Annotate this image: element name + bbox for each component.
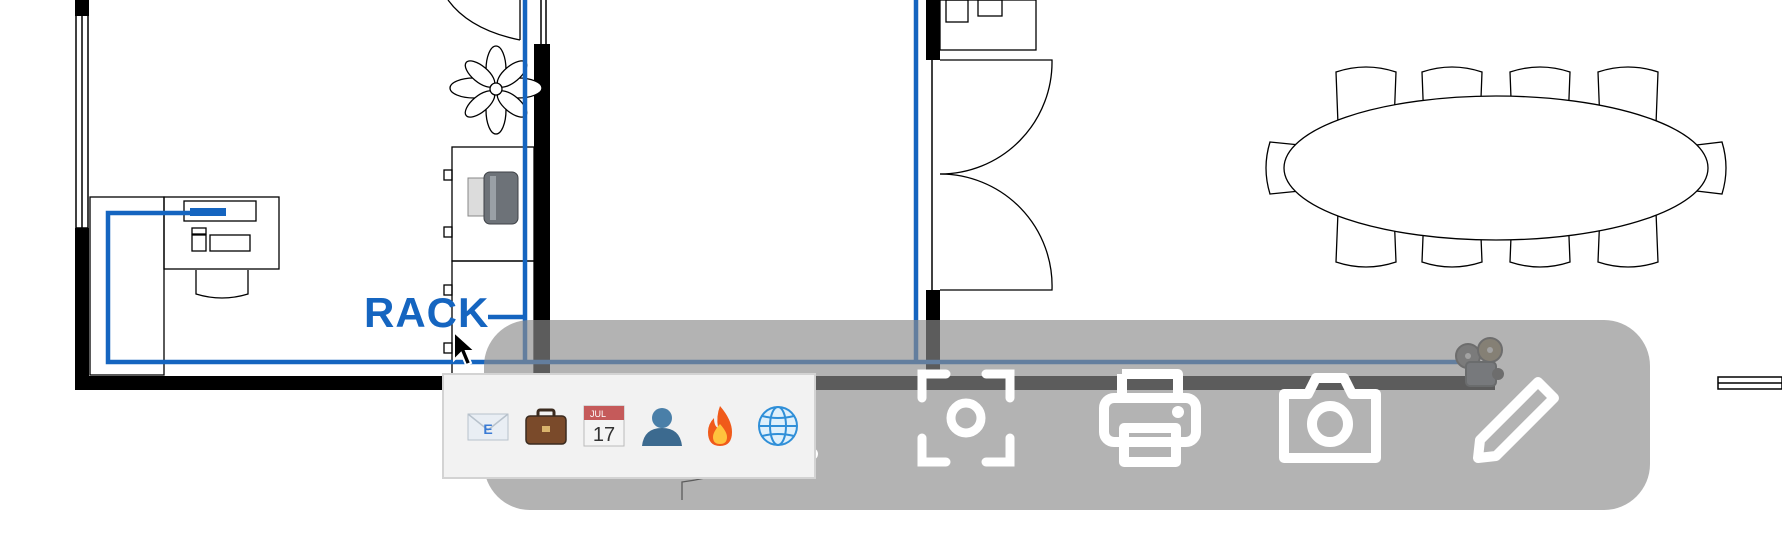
calendar-day: 17 — [593, 424, 615, 446]
print-button[interactable] — [1094, 366, 1206, 470]
partitions — [540, 0, 933, 290]
mouse-cursor-icon — [453, 330, 478, 367]
desk-top-center — [939, 0, 1037, 51]
app-launcher-popup: E JUL 17 — [442, 373, 816, 479]
calendar-icon: JUL 17 — [583, 405, 625, 447]
fire-app-button[interactable] — [698, 404, 742, 448]
cable-endpoint — [190, 208, 226, 216]
window-left — [75, 13, 89, 229]
contacts-app-button[interactable] — [640, 404, 684, 448]
screenshot-region-icon — [917, 369, 1015, 467]
mail-app-button[interactable]: E — [466, 404, 510, 448]
fire-icon — [708, 406, 732, 446]
conference-table — [1265, 66, 1727, 268]
calendar-month: JUL — [590, 409, 606, 419]
mail-envelope-icon: E — [467, 413, 509, 441]
printer-icon — [1099, 369, 1201, 467]
desk-left — [89, 196, 280, 376]
printer-device — [467, 171, 519, 225]
mail-glyph: E — [483, 421, 492, 437]
globe-app-button[interactable] — [756, 404, 800, 448]
rack-label: RACK — [364, 289, 490, 336]
person-icon — [642, 408, 682, 446]
screenshot-region-button[interactable] — [910, 366, 1022, 470]
briefcase-app-button[interactable] — [524, 404, 568, 448]
globe-icon — [758, 406, 798, 446]
briefcase-icon — [525, 408, 567, 445]
plant — [449, 45, 543, 135]
calendar-app-button[interactable]: JUL 17 — [582, 404, 626, 448]
pencil-icon — [1473, 377, 1559, 463]
camera-button[interactable] — [1274, 366, 1386, 470]
camera-icon — [1279, 373, 1381, 463]
edit-button[interactable] — [1462, 366, 1574, 470]
